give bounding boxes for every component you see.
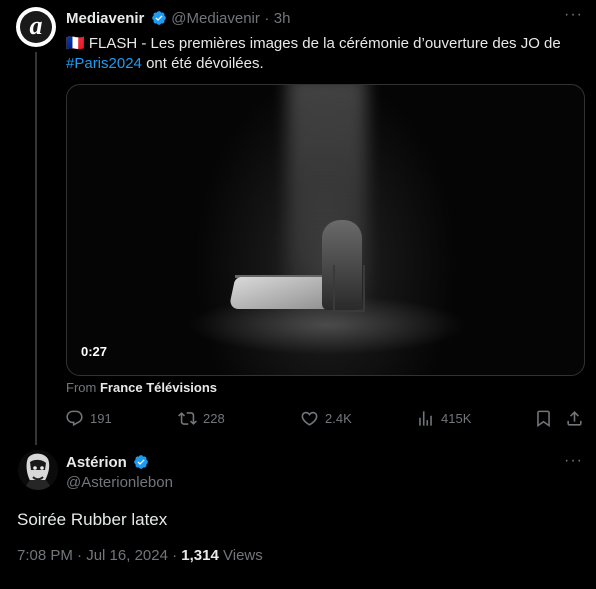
reply-date[interactable]: Jul 16, 2024 [86,547,168,564]
mediavenir-avatar[interactable]: a [16,7,56,47]
source-attribution: From France Télévisions [66,380,217,395]
reply-time[interactable]: 7:08 PM [17,547,73,564]
repost-icon [178,412,197,425]
reply-button[interactable]: 191 [65,409,112,428]
bookmark-icon [537,410,550,428]
source-link[interactable]: France Télévisions [100,380,217,395]
reply-text: Soirée Rubber latex [17,510,168,529]
reply-icon [66,410,83,427]
tweet-header: Mediavenir @Mediavenir · 3h [66,10,290,28]
reply-views-label: Views [223,547,263,564]
reply-count: 191 [90,411,112,426]
reply-author-handle[interactable]: @Asterionlebon [66,474,173,491]
like-count: 2.4K [325,411,352,426]
thread-line [35,52,37,445]
reply-author-name[interactable]: Astérion [66,454,127,471]
repost-count: 228 [203,411,225,426]
share-button[interactable] [565,409,590,428]
portrait-avatar-image [18,450,58,490]
video-player[interactable]: 0:27 [66,84,585,376]
verified-badge-icon [151,11,166,25]
verified-badge-icon [134,455,149,469]
reply-header: Astérion [66,454,149,472]
dot-separator: · [264,10,270,27]
share-icon [567,411,582,426]
author-handle[interactable]: @Mediavenir [171,10,260,27]
more-options-icon[interactable]: ··· [564,6,583,24]
bookmark-button[interactable] [534,409,559,428]
hashtag-link[interactable]: #Paris2024 [66,55,142,72]
reply-metadata: 7:08 PM · Jul 16, 2024 · 1,314 Views [17,547,263,564]
tweet-actions: 191 228 2.4K 415K [60,405,590,433]
like-button[interactable]: 2.4K [300,409,352,428]
tweet-text-start: FLASH - Les premières images de la cérém… [88,35,561,52]
meta-separator: · [172,547,178,564]
reply-more-options-icon[interactable]: ··· [564,452,583,470]
video-duration: 0:27 [81,344,108,359]
heart-icon [301,411,318,426]
views-button[interactable]: 415K [416,409,471,428]
chair [333,265,365,312]
reply-views-count: 1,314 [181,547,219,564]
tweet-text: 🇫🇷 FLASH - Les premières images de la cé… [66,34,580,74]
author-name[interactable]: Mediavenir [66,10,144,27]
flag-icon: 🇫🇷 [66,35,85,52]
repost-button[interactable]: 228 [178,409,225,428]
from-prefix: From [66,380,97,395]
views-count: 415K [441,411,472,426]
asterion-avatar[interactable] [18,450,58,490]
avatar-letter: a [20,11,52,43]
views-chart-icon [419,411,432,426]
tweet-text-end: ont été dévoilées. [146,55,264,72]
tweet-time[interactable]: 3h [274,10,291,27]
meta-separator: · [77,547,83,564]
